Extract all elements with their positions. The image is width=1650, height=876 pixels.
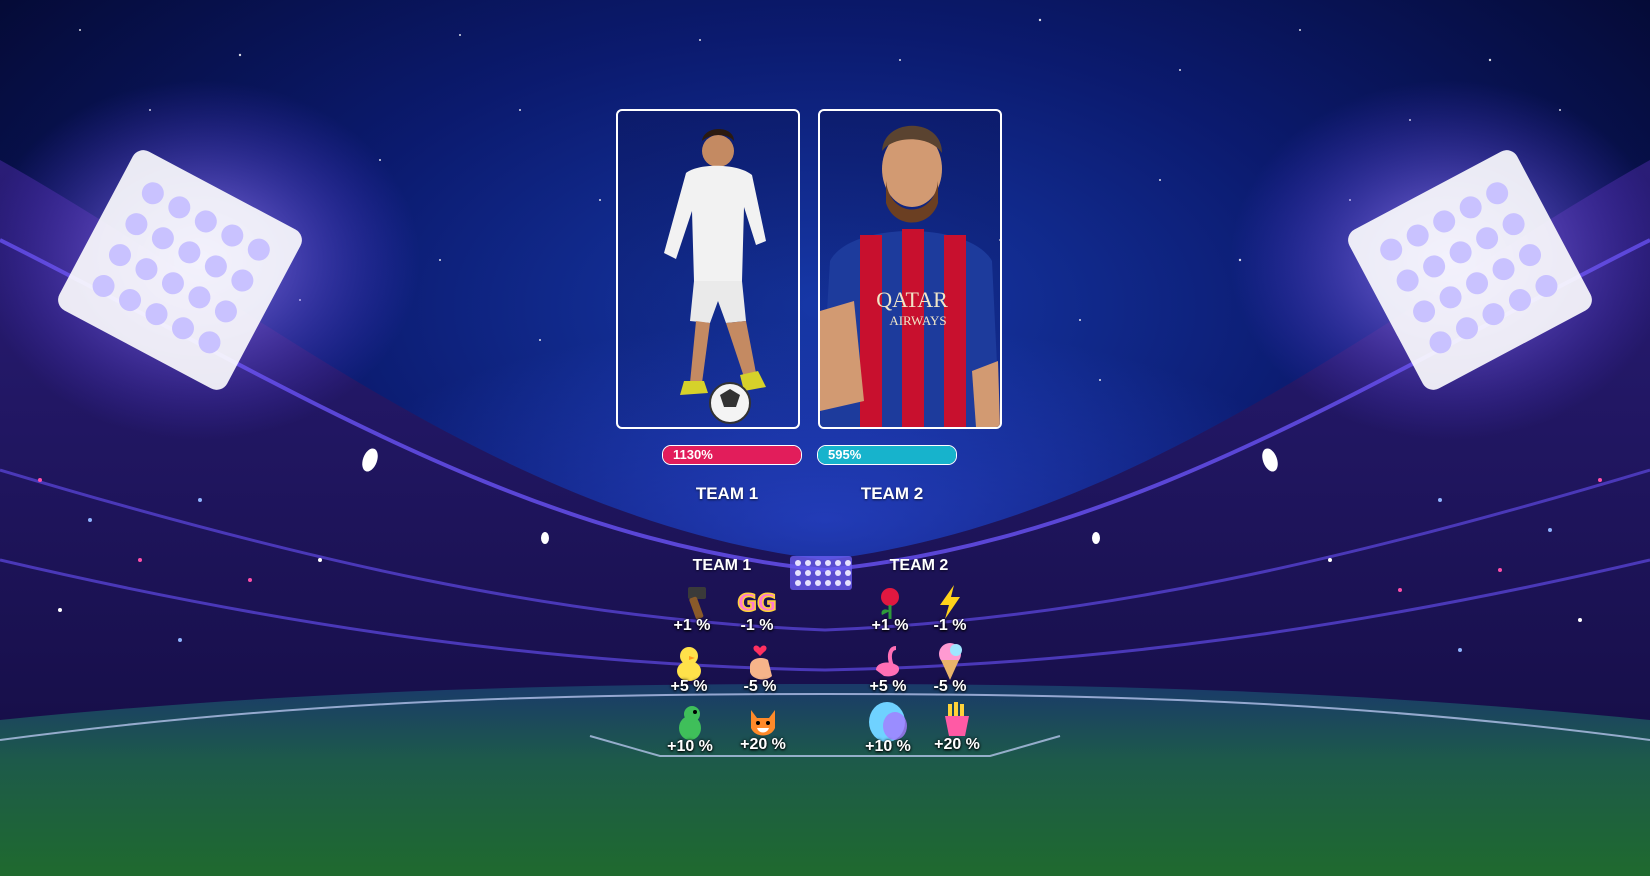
player-white-kit-icon <box>664 129 766 424</box>
gift-team1-dinosaur: +10 % <box>655 702 725 756</box>
gift-team1-fox: +20 % <box>728 702 798 754</box>
gift-value: -5 % <box>933 678 967 695</box>
stadium-scene: QATAR AIRWAYS 1130% 595% TEAM 1 TEAM 2 T… <box>0 0 1650 876</box>
gift-team2-egg: +10 % <box>853 698 923 756</box>
svg-text:AIRWAYS: AIRWAYS <box>889 313 946 328</box>
chick-icon <box>677 647 701 681</box>
gift-team1-chick: +5 % <box>654 642 724 696</box>
gift-team1-hammer: +1 % <box>657 583 727 635</box>
gift-value: +10 % <box>865 738 911 755</box>
team1-percent-bar: 1130% <box>662 445 802 465</box>
finger-heart-icon <box>750 645 772 680</box>
gg-icon: GG <box>737 588 778 618</box>
player-card-team2[interactable]: QATAR AIRWAYS <box>818 109 1002 429</box>
gifts-team1-header: TEAM 1 <box>692 557 752 574</box>
gift-team1-finger-heart: -5 % <box>725 642 795 696</box>
gift-value: -1 % <box>933 617 967 634</box>
gift-value: +5 % <box>869 678 907 695</box>
ice-cream-icon <box>939 643 962 680</box>
player-striped-kit-icon: QATAR AIRWAYS <box>820 125 1000 427</box>
team2-percent-bar: 595% <box>817 445 957 465</box>
fries-icon <box>945 702 969 736</box>
lightning-icon <box>940 585 960 619</box>
gift-team2-flamingo: +5 % <box>853 642 923 696</box>
fox-icon <box>751 710 775 736</box>
gift-value: +5 % <box>670 678 708 695</box>
team2-percent-label: 595% <box>828 447 862 462</box>
gift-value: -1 % <box>740 617 774 634</box>
hammer-icon <box>688 587 706 620</box>
team1-label: TEAM 1 <box>695 484 759 503</box>
egg-icon <box>869 702 907 742</box>
gift-team2-fries: +20 % <box>922 700 992 754</box>
gift-team2-ice-cream: -5 % <box>915 640 985 696</box>
svg-text:QATAR: QATAR <box>876 287 948 312</box>
gifts-team2-header: TEAM 2 <box>889 557 949 574</box>
team2-label: TEAM 2 <box>860 484 924 503</box>
gift-team2-lightning: -1 % <box>915 583 985 635</box>
gift-value: +10 % <box>667 738 713 755</box>
gift-value: -5 % <box>743 678 777 695</box>
flamingo-icon <box>876 646 900 677</box>
gift-team1-gg: GG -1 % <box>722 583 792 635</box>
player-card-team1[interactable] <box>616 109 800 429</box>
rose-icon <box>881 588 899 619</box>
gift-value: +20 % <box>934 736 980 753</box>
team1-percent-label: 1130% <box>673 447 713 462</box>
dinosaur-icon <box>679 706 701 740</box>
gift-value: +1 % <box>673 617 711 634</box>
gift-value: +20 % <box>740 736 786 753</box>
svg-text:GG: GG <box>737 589 776 617</box>
